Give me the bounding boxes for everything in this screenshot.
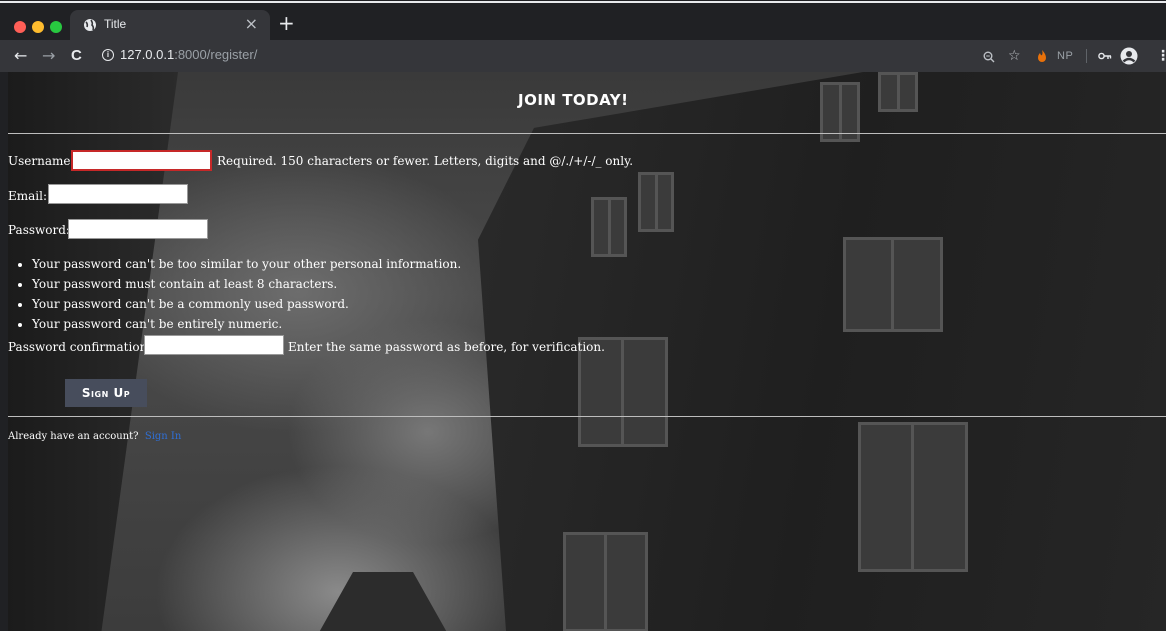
password-input[interactable] — [68, 219, 208, 239]
password-label: Password: — [8, 223, 70, 237]
header-divider — [8, 133, 1166, 134]
maximize-window-button[interactable] — [50, 21, 62, 33]
zoom-icon[interactable] — [983, 51, 995, 63]
browser-toolbar: ← → C i 127.0.0.1:8000/register/ ☆ NP ⋮ — [0, 40, 1166, 72]
close-tab-icon[interactable]: × — [245, 15, 258, 33]
password-rules-list: Your password can't be too similar to yo… — [16, 254, 461, 334]
password-rule: Your password can't be entirely numeric. — [32, 314, 461, 334]
kebab-menu-icon[interactable]: ⋮ — [1156, 46, 1166, 66]
url-text: 127.0.0.1:8000/register/ — [120, 47, 257, 62]
url-host: 127.0.0.1 — [120, 47, 175, 62]
browser-chrome: Title × + ← → C i 127.0.0.1:8000/registe… — [0, 0, 1166, 72]
info-icon[interactable]: i — [102, 49, 114, 61]
key-icon[interactable] — [1098, 52, 1112, 60]
email-label: Email: — [8, 189, 48, 203]
username-label: Username: — [8, 154, 75, 168]
sign-in-prompt: Already have an account? Sign In — [8, 431, 181, 442]
username-help-text: Required. 150 characters or fewer. Lette… — [217, 154, 634, 168]
page-viewport: JOIN TODAY! Username: Required. 150 char… — [8, 72, 1166, 631]
password-confirmation-help-text: Enter the same password as before, for v… — [288, 340, 605, 354]
sign-in-link[interactable]: Sign In — [145, 431, 181, 442]
top-border — [0, 1, 1166, 3]
close-window-button[interactable] — [14, 21, 26, 33]
page-heading: JOIN TODAY! — [518, 91, 629, 109]
footer-divider — [8, 416, 1166, 417]
address-bar[interactable]: i 127.0.0.1:8000/register/ — [96, 44, 1156, 68]
toolbar-divider — [1086, 49, 1087, 63]
tab-strip: Title × + — [0, 6, 1166, 40]
sign-up-button[interactable]: Sign Up — [65, 379, 147, 407]
username-input[interactable] — [71, 150, 212, 171]
tab-title: Title — [104, 17, 127, 31]
globe-icon — [84, 19, 96, 31]
reload-icon[interactable]: C — [71, 46, 82, 66]
profile-avatar-icon[interactable] — [1120, 47, 1138, 65]
browser-tab[interactable]: Title × — [70, 10, 270, 40]
password-confirmation-label: Password confirmation: — [8, 340, 152, 354]
extension-flame-icon[interactable] — [1036, 49, 1048, 63]
back-arrow-icon[interactable]: ← — [14, 46, 27, 66]
password-rule: Your password must contain at least 8 ch… — [32, 274, 461, 294]
register-form: JOIN TODAY! Username: Required. 150 char… — [8, 72, 1166, 631]
password-confirmation-input[interactable] — [144, 335, 284, 355]
window-controls — [14, 18, 68, 37]
extension-np-icon[interactable]: NP — [1057, 46, 1073, 66]
email-input[interactable] — [48, 184, 188, 204]
password-rule: Your password can't be too similar to yo… — [32, 254, 461, 274]
forward-arrow-icon[interactable]: → — [42, 46, 55, 66]
already-have-account-text: Already have an account? — [8, 431, 139, 442]
url-path: :8000/register/ — [174, 47, 258, 62]
new-tab-icon[interactable]: + — [278, 13, 295, 33]
minimize-window-button[interactable] — [32, 21, 44, 33]
bookmark-star-icon[interactable]: ☆ — [1008, 46, 1021, 66]
password-rule: Your password can't be a commonly used p… — [32, 294, 461, 314]
